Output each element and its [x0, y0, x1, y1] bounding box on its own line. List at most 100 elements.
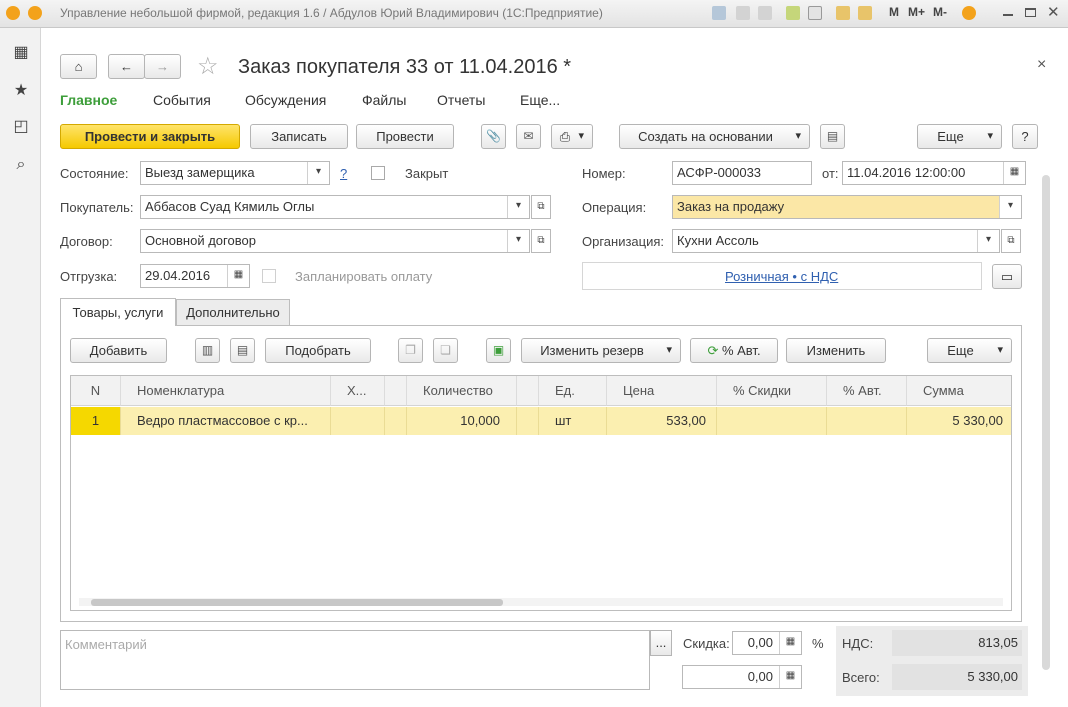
post-and-close-button[interactable]: Провести и закрыть — [60, 124, 240, 149]
discount-sum-calc-icon[interactable]: ▦ — [779, 666, 801, 688]
mem-button-m[interactable]: M — [889, 5, 899, 19]
tab-goods-services[interactable]: Товары, услуги — [60, 298, 176, 326]
cell-qty[interactable]: 10,000 — [407, 407, 517, 435]
barcode-icon[interactable]: ▥ — [195, 338, 220, 363]
info-icon[interactable] — [962, 6, 976, 20]
contract-dropdown-icon[interactable]: ▾ — [507, 230, 529, 252]
attach-file-icon[interactable]: 📎 — [481, 124, 506, 149]
app-logo-icon[interactable] — [6, 6, 20, 20]
copy-rows-icon[interactable]: ❐ — [398, 338, 423, 363]
comment-field[interactable]: Комментарий — [60, 630, 650, 690]
comment-expand-button[interactable]: ... — [650, 630, 672, 656]
cell-discount[interactable] — [717, 407, 827, 435]
buyer-dropdown-icon[interactable]: ▾ — [507, 196, 529, 218]
table-more-button[interactable]: Еще — [927, 338, 1012, 363]
nav-reports[interactable]: Отчеты — [437, 92, 485, 108]
cell-price[interactable]: 533,00 — [607, 407, 717, 435]
cell-characteristic[interactable] — [331, 407, 385, 435]
change-reserve-button[interactable]: Изменить резерв — [521, 338, 681, 363]
nav-discussions[interactable]: Обсуждения — [245, 92, 326, 108]
maximize-icon[interactable] — [1025, 8, 1036, 17]
apps-grid-icon[interactable]: ▦ — [12, 44, 30, 62]
shipment-date-field[interactable]: 29.04.2016 ▦ — [140, 264, 250, 288]
table-hscroll-thumb[interactable] — [91, 599, 503, 606]
window-close-icon[interactable]: ✕ — [1047, 3, 1060, 21]
save-button[interactable]: Записать — [250, 124, 348, 149]
date-field[interactable]: 11.04.2016 12:00:00 ▦ — [842, 161, 1026, 185]
cell-unit[interactable]: шт — [539, 407, 607, 435]
payment-card-button[interactable]: ▭ — [992, 264, 1022, 289]
save-icon[interactable] — [712, 6, 726, 20]
more-actions-button[interactable]: Еще — [917, 124, 1002, 149]
post-button[interactable]: Провести — [356, 124, 454, 149]
mem-button-m-minus[interactable]: M- — [933, 5, 947, 19]
col-header-discount[interactable]: % Скидки — [717, 376, 827, 406]
calculator-icon[interactable] — [836, 6, 850, 20]
discount-calc-icon[interactable]: ▦ — [779, 632, 801, 654]
create-based-on-button[interactable]: Создать на основании — [619, 124, 810, 149]
discount-sum-field[interactable]: 0,00 ▦ — [682, 665, 802, 689]
col-header-price[interactable]: Цена — [607, 376, 717, 406]
closed-checkbox[interactable] — [371, 166, 385, 180]
print-icon[interactable] — [736, 6, 750, 20]
preview-icon[interactable] — [758, 6, 772, 20]
nav-events[interactable]: События — [153, 92, 211, 108]
buyer-open-icon[interactable]: ⧉ — [531, 195, 551, 219]
back-button[interactable]: ← — [108, 54, 145, 79]
data-collection-icon[interactable]: ▤ — [230, 338, 255, 363]
state-hint-link[interactable]: ? — [340, 166, 347, 181]
minimize-icon[interactable] — [1003, 14, 1013, 16]
form-scrollbar[interactable] — [1042, 175, 1050, 670]
nav-main[interactable]: Главное — [60, 92, 117, 108]
organization-open-icon[interactable]: ⧉ — [1001, 229, 1021, 253]
organization-dropdown-icon[interactable]: ▾ — [977, 230, 999, 252]
print-dropdown-button[interactable]: ⎙ — [551, 124, 593, 149]
auto-discount-button[interactable]: ⟳ % Авт. — [690, 338, 778, 363]
forward-button[interactable]: → — [144, 54, 181, 79]
home-button[interactable]: ⌂ — [60, 54, 97, 79]
mail-icon[interactable]: ✉ — [516, 124, 541, 149]
col-header-sum[interactable]: Сумма — [907, 376, 1011, 406]
mem-button-m-plus[interactable]: M+ — [908, 5, 925, 19]
buyer-field[interactable]: Аббасов Суад Кямиль Оглы ▾ — [140, 195, 530, 219]
main-menu-icon[interactable] — [28, 6, 42, 20]
history-icon[interactable]: ◰ — [12, 118, 30, 136]
paste-rows-icon[interactable]: ❏ — [433, 338, 458, 363]
cell-n[interactable]: 1 — [71, 407, 121, 435]
goods-table[interactable]: N Номенклатура Х... Количество Ед. Цена … — [70, 375, 1012, 611]
discount-pct-field[interactable]: 0,00 ▦ — [732, 631, 802, 655]
organization-field[interactable]: Кухни Ассоль ▾ — [672, 229, 1000, 253]
col-header-n[interactable]: N — [71, 376, 121, 406]
report-structure-icon[interactable]: ▤ — [820, 124, 845, 149]
fill-table-icon[interactable]: ▣ — [486, 338, 511, 363]
change-button[interactable]: Изменить — [786, 338, 886, 363]
tab-additional[interactable]: Дополнительно — [176, 299, 290, 326]
contract-open-icon[interactable]: ⧉ — [531, 229, 551, 253]
search-icon[interactable]: ⌕ — [12, 156, 30, 174]
pick-button[interactable]: Подобрать — [265, 338, 371, 363]
col-header-item[interactable]: Номенклатура — [121, 376, 331, 406]
shipment-calendar-icon[interactable]: ▦ — [227, 265, 249, 287]
cell-sum[interactable]: 5 330,00 — [907, 407, 1011, 435]
operation-field[interactable]: Заказ на продажу ▾ — [672, 195, 1022, 219]
nav-files[interactable]: Файлы — [362, 92, 406, 108]
plan-payment-checkbox[interactable] — [262, 269, 276, 283]
col-header-auto[interactable]: % Авт. — [827, 376, 907, 406]
favorite-add-icon[interactable] — [786, 6, 800, 20]
favorite-star-icon[interactable]: ☆ — [197, 52, 219, 81]
favorites-star-icon[interactable]: ★ — [12, 82, 30, 100]
cell-item[interactable]: Ведро пластмассовое с кр... — [121, 407, 331, 435]
calendar-icon[interactable] — [858, 6, 872, 20]
state-dropdown-icon[interactable]: ▾ — [307, 162, 329, 184]
state-field[interactable]: Выезд замерщика ▾ — [140, 161, 330, 185]
col-header-characteristic[interactable]: Х... — [331, 376, 385, 406]
operation-dropdown-icon[interactable]: ▾ — [999, 196, 1021, 218]
col-header-qty[interactable]: Количество — [407, 376, 517, 406]
calendar-picker-icon[interactable]: ▦ — [1003, 162, 1025, 184]
nav-more[interactable]: Еще... — [520, 92, 560, 108]
form-close-button[interactable]: × — [1037, 56, 1046, 74]
link-icon[interactable] — [808, 6, 822, 20]
number-field[interactable]: АСФР-000033 — [672, 161, 812, 185]
price-type-link[interactable]: Розничная • с НДС — [725, 269, 838, 284]
add-row-button[interactable]: Добавить — [70, 338, 167, 363]
